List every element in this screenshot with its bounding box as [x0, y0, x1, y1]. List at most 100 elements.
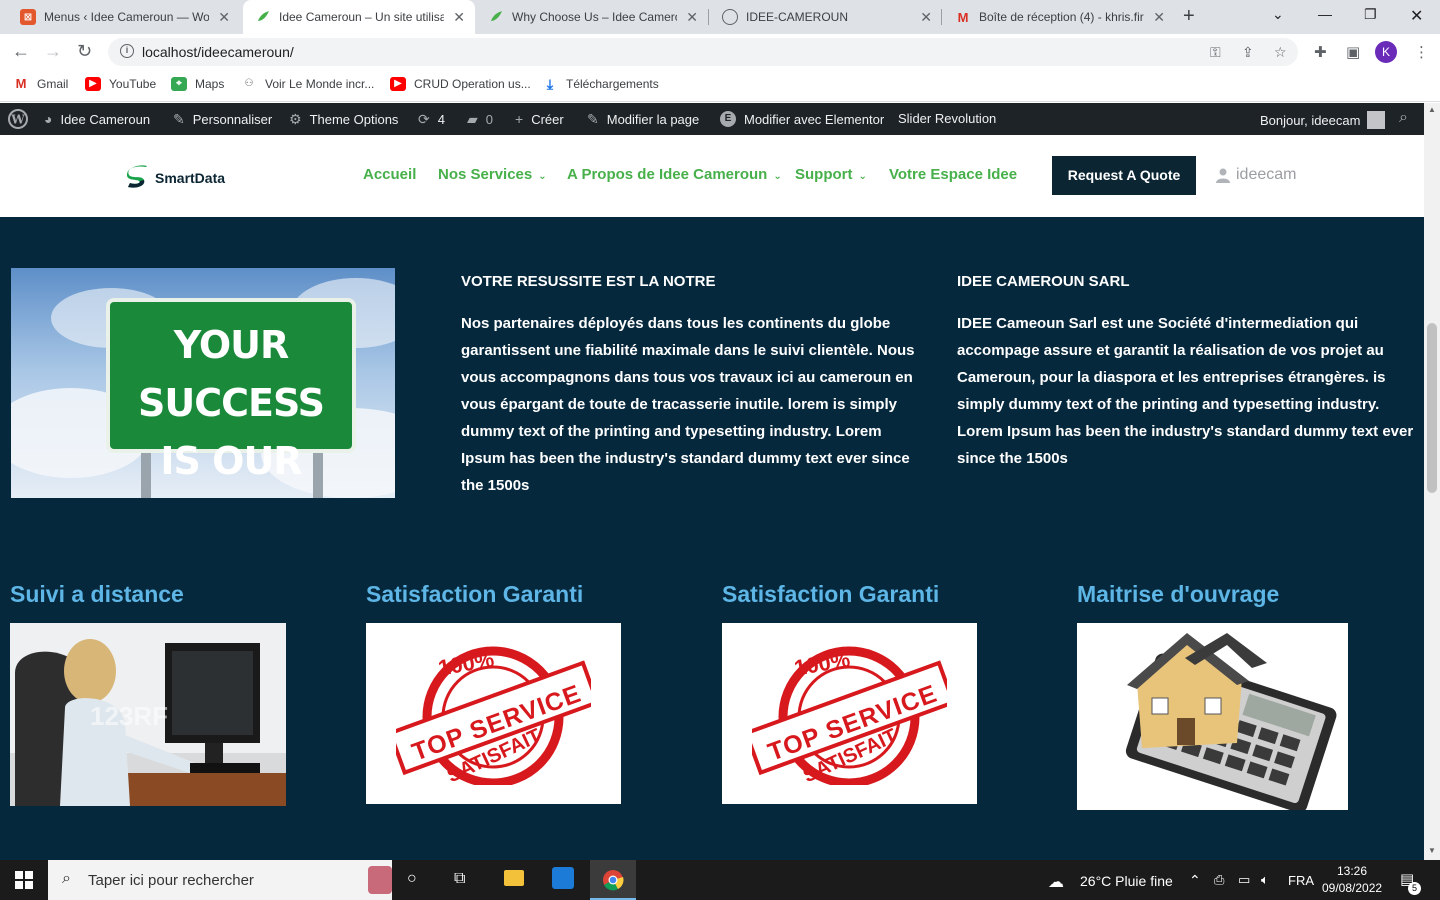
network-icon[interactable]: ⎙ [1214, 872, 1224, 888]
close-icon[interactable]: ✕ [218, 9, 230, 26]
search-highlight-icon [368, 866, 392, 894]
key-icon[interactable]: ⚿ [1210, 44, 1221, 61]
nav-nos-services[interactable]: Nos Services ⌄ [438, 166, 547, 183]
svg-text:W: W [10, 113, 25, 127]
tab-search-icon[interactable]: ⌄ [1272, 6, 1284, 23]
bookmark-label: Voir Le Monde incr... [265, 77, 375, 91]
weather-text[interactable]: 26°C Pluie fine [1080, 873, 1173, 889]
bookmark-downloads[interactable]: ⤓ Téléchargements [542, 77, 659, 91]
avatar [1367, 111, 1386, 129]
download-icon: ⤓ [546, 76, 554, 92]
wp-new[interactable]: + Créer [515, 111, 564, 127]
bookmark-youtube[interactable]: ▶ YouTube [85, 77, 156, 91]
wp-theme-options[interactable]: ⚙ Theme Options [289, 111, 398, 128]
bookmark-voir-le-monde[interactable]: ⚇ Voir Le Monde incr... [241, 77, 375, 91]
success-sign-image: YOUR SUCCESS IS OUR GOALS [11, 268, 395, 498]
site-tab-icon [488, 9, 504, 25]
window-close-icon[interactable]: ✕ [1410, 6, 1423, 26]
browser-tab-strip: ⊠ Menus ‹ Idee Cameroun — WordPress ✕ Id… [0, 0, 1440, 34]
profile-avatar[interactable]: K [1375, 41, 1397, 63]
site-info-icon[interactable]: i [120, 44, 134, 58]
scroll-thumb[interactable] [1427, 323, 1437, 493]
user-account-link[interactable]: ideecam [1215, 166, 1296, 184]
wp-customize[interactable]: ✎ Personnaliser [173, 111, 272, 128]
windows-taskbar: ⌕ Taper ici pour rechercher ○ ⧉ ☁ 26°C P… [0, 860, 1440, 900]
scroll-down-icon[interactable]: ▼ [1428, 846, 1436, 855]
wp-my-account[interactable]: Bonjour, ideecam [1260, 111, 1386, 129]
globe-icon [722, 9, 738, 25]
nav-label: Accueil [363, 166, 417, 183]
reload-icon[interactable]: ↻ [77, 41, 92, 62]
wp-slider-revolution[interactable]: Slider Revolution [898, 111, 996, 126]
taskbar-search-input[interactable]: ⌕ Taper ici pour rechercher [48, 860, 392, 900]
browser-toolbar: ← → ↻ i localhost/ideecameroun/ ⚿ ⇪ ☆ ✚ … [0, 34, 1440, 70]
side-panel-icon[interactable]: ▣ [1346, 43, 1360, 61]
user-icon [1216, 168, 1230, 183]
cortana-icon[interactable]: ○ [407, 870, 417, 888]
text-line: Nos partenaires déployés dans tous les c… [461, 315, 891, 332]
file-explorer-icon[interactable] [504, 870, 524, 891]
extensions-icon[interactable]: ✚ [1314, 43, 1327, 61]
back-icon[interactable]: ← [12, 41, 30, 62]
nav-votre-espace[interactable]: Votre Espace Idee [889, 166, 1017, 183]
clock-time: 13:26 [1336, 864, 1368, 878]
weather-cloud-icon[interactable]: ☁ [1048, 872, 1064, 892]
wp-comments[interactable]: ▰ 0 [467, 111, 493, 128]
volume-icon[interactable]: 🔈︎ [1261, 872, 1269, 888]
wp-site-name[interactable]: ◕ Idee Cameroun [44, 111, 150, 127]
tab-idee-cameroun[interactable]: Idee Cameroun – Un site utilisant WordPr… [243, 0, 475, 34]
minimize-icon[interactable]: — [1318, 6, 1332, 22]
nav-a-propos[interactable]: A Propos de Idee Cameroun ⌄ [567, 166, 782, 183]
chevron-down-icon: ⌄ [538, 171, 547, 182]
wp-edit-page[interactable]: ✎ Modifier la page [587, 111, 699, 128]
restore-icon[interactable]: ❐ [1364, 6, 1377, 23]
display-icon[interactable]: ▭ [1238, 872, 1250, 888]
bookmark-gmail[interactable]: M Gmail [13, 77, 69, 92]
tab-why-choose-us[interactable]: Why Choose Us – Idee Cameroun ✕ [476, 0, 708, 34]
share-icon[interactable]: ⇪ [1242, 44, 1254, 61]
smartdata-logo-icon[interactable] [126, 165, 148, 189]
bookmark-maps[interactable]: ⌖ Maps [171, 77, 224, 91]
wp-new-label: Créer [531, 111, 564, 127]
tab-title: IDEE-CAMEROUN [746, 10, 849, 24]
forward-icon[interactable]: → [44, 41, 62, 62]
new-tab-button[interactable]: + [1183, 5, 1195, 28]
page-scrollbar[interactable]: ▲ ▼ [1424, 103, 1440, 860]
close-icon[interactable]: ✕ [920, 9, 932, 26]
close-icon[interactable]: ✕ [453, 9, 465, 26]
menu-kebab-icon[interactable]: ⋮ [1414, 43, 1429, 61]
request-quote-button[interactable]: Request A Quote [1052, 156, 1196, 195]
wp-updates[interactable]: ⟳ 4 [418, 111, 445, 128]
tab-menus[interactable]: ⊠ Menus ‹ Idee Cameroun — WordPress ✕ [8, 0, 240, 34]
chrome-taskbar-button[interactable] [590, 860, 636, 900]
search-icon[interactable]: ⌕ [1399, 109, 1408, 127]
task-view-icon[interactable]: ⧉ [454, 870, 465, 888]
nav-accueil[interactable]: Accueil [363, 166, 416, 183]
star-icon[interactable]: ☆ [1274, 44, 1287, 61]
logo-text[interactable]: SmartData [155, 170, 225, 186]
remote-monitoring-image: 123RF [10, 623, 286, 806]
tab-idee-cameroun-upper[interactable]: IDEE-CAMEROUN ✕ [710, 0, 942, 34]
windows-start-icon[interactable] [15, 871, 33, 894]
clock[interactable]: 13:26 09/08/2022 [1322, 863, 1382, 897]
bookmark-crud[interactable]: ▶ CRUD Operation us... [390, 77, 531, 91]
user-name: ideecam [1236, 166, 1297, 183]
close-icon[interactable]: ✕ [1153, 9, 1165, 26]
language-indicator[interactable]: FRA [1288, 873, 1314, 888]
pencil-icon: ✎ [587, 111, 599, 127]
chevron-up-icon[interactable]: ⌃ [1189, 872, 1201, 889]
wp-greeting: Bonjour, ideecam [1260, 112, 1361, 128]
address-bar[interactable]: i localhost/ideecameroun/ ⚿ ⇪ ☆ [108, 38, 1298, 66]
close-icon[interactable]: ✕ [686, 9, 698, 26]
scroll-up-icon[interactable]: ▲ [1428, 105, 1436, 114]
text-line: vous accompagnons dans tous vos travaux … [461, 369, 913, 386]
wordpress-logo-icon[interactable]: W [8, 109, 28, 129]
card-title-satisfaction-2: Satisfaction Garanti [722, 581, 940, 607]
vscode-icon[interactable] [552, 867, 574, 897]
col2-title: IDEE CAMEROUN SARL [957, 273, 1130, 290]
dashboard-icon: ◕ [44, 111, 53, 127]
wp-elementor[interactable]: E Modifier avec Elementor [720, 111, 884, 127]
bookmark-label: Maps [195, 77, 225, 91]
nav-support[interactable]: Support ⌄ [795, 166, 867, 183]
tab-gmail[interactable]: M Boîte de réception (4) - khris.firenze… [943, 0, 1175, 34]
